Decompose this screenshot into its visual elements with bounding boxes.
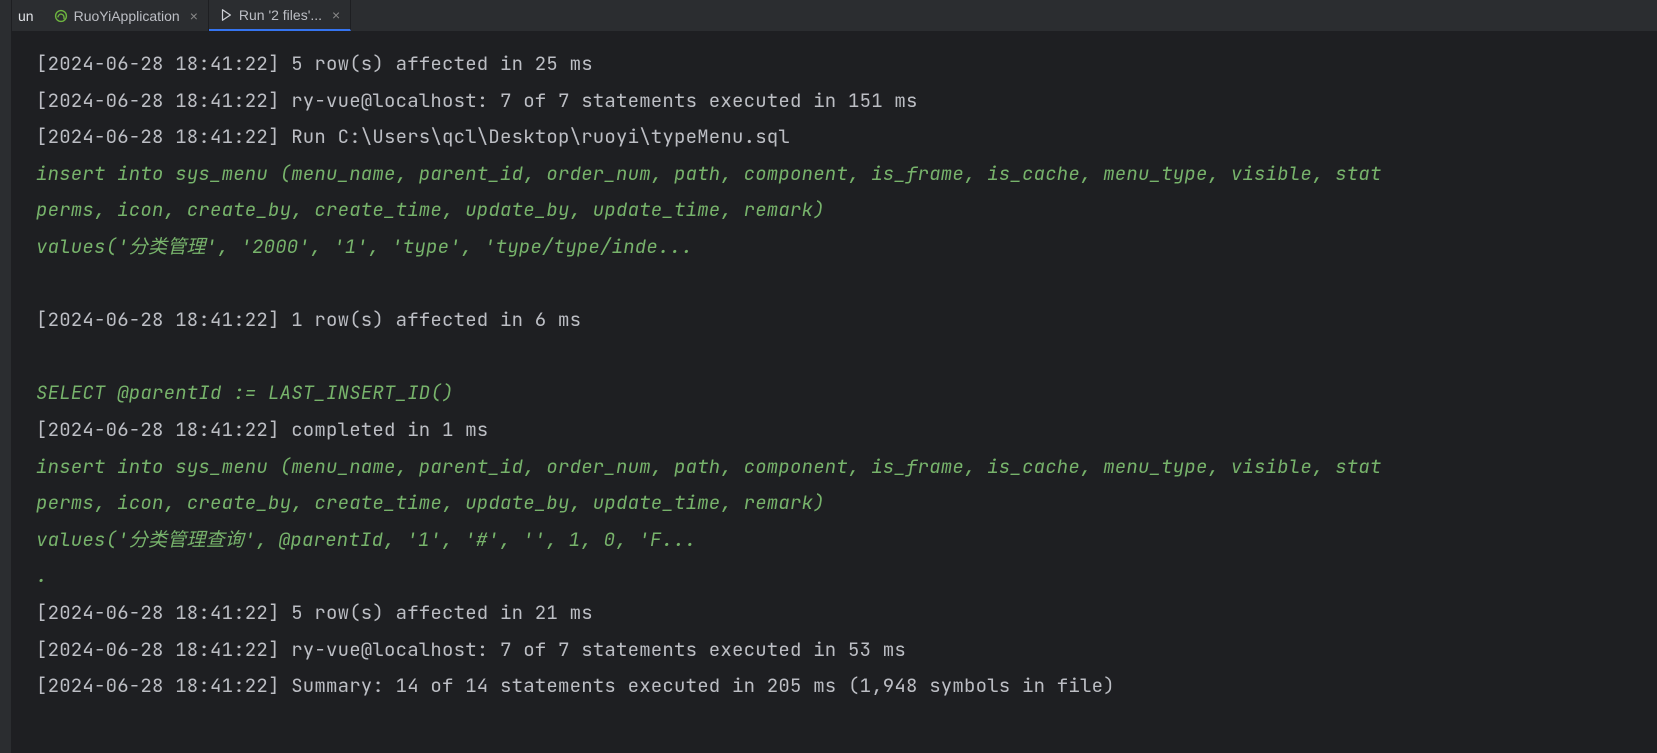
log-message: Summary: 14 of 14 statements executed in… <box>291 673 1115 698</box>
console-line: values('分类管理', '2000', '1', 'type', 'typ… <box>36 229 1657 266</box>
tab-label: Run '2 files'... <box>239 7 322 23</box>
tool-window-gutter[interactable] <box>0 0 12 753</box>
log-message: ry-vue@localhost: 7 of 7 statements exec… <box>291 88 917 113</box>
sql-statement: insert into sys_menu (menu_name, parent_… <box>36 454 1382 479</box>
tab-run-2-files[interactable]: Run '2 files'... × <box>209 0 351 31</box>
console-line: . <box>36 558 1657 595</box>
close-icon[interactable]: × <box>332 7 340 23</box>
console-line: [2024-06-28 18:41:22] ry-vue@localhost: … <box>36 83 1657 120</box>
timestamp: [2024-06-28 18:41:22] <box>36 417 291 442</box>
sql-continuation: . <box>36 563 48 588</box>
console-line: [2024-06-28 18:41:22] Summary: 14 of 14 … <box>36 668 1657 705</box>
log-message: completed in 1 ms <box>291 417 488 442</box>
log-message: 5 row(s) affected in 21 ms <box>291 600 593 625</box>
timestamp: [2024-06-28 18:41:22] <box>36 51 291 76</box>
tab-label: RuoYiApplication <box>74 8 180 24</box>
spring-icon <box>54 9 68 23</box>
console-line: SELECT @parentId := LAST_INSERT_ID() <box>36 375 1657 412</box>
sql-statement: SELECT @parentId := LAST_INSERT_ID() <box>36 380 454 405</box>
console-line: [2024-06-28 18:41:22] 5 row(s) affected … <box>36 595 1657 632</box>
console-output[interactable]: [2024-06-28 18:41:22] 5 row(s) affected … <box>12 32 1657 753</box>
timestamp: [2024-06-28 18:41:22] <box>36 600 291 625</box>
sql-statement: perms, icon, create_by, create_time, upd… <box>36 197 825 222</box>
sql-statement: values('分类管理', '2000', '1', 'type', 'typ… <box>36 234 693 259</box>
console-line <box>36 339 1657 376</box>
timestamp: [2024-06-28 18:41:22] <box>36 124 291 149</box>
console-line: perms, icon, create_by, create_time, upd… <box>36 485 1657 522</box>
editor-tabbar: un RuoYiApplication × Run '2 files'... × <box>12 0 1657 32</box>
console-line: [2024-06-28 18:41:22] 5 row(s) affected … <box>36 46 1657 83</box>
console-line: [2024-06-28 18:41:22] 1 row(s) affected … <box>36 302 1657 339</box>
sql-statement: insert into sys_menu (menu_name, parent_… <box>36 161 1382 186</box>
run-icon <box>219 8 233 22</box>
sql-statement: values('分类管理查询', @parentId, '1', '#', ''… <box>36 527 696 552</box>
console-line: values('分类管理查询', @parentId, '1', '#', ''… <box>36 522 1657 559</box>
sql-statement: perms, icon, create_by, create_time, upd… <box>36 490 825 515</box>
console-line: [2024-06-28 18:41:22] completed in 1 ms <box>36 412 1657 449</box>
timestamp: [2024-06-28 18:41:22] <box>36 88 291 113</box>
console-line <box>36 266 1657 303</box>
app-root: un RuoYiApplication × Run '2 files'... ×… <box>0 0 1657 753</box>
console-line: [2024-06-28 18:41:22] Run C:\Users\qcl\D… <box>36 119 1657 156</box>
main-area: un RuoYiApplication × Run '2 files'... ×… <box>12 0 1657 753</box>
console-line: [2024-06-28 18:41:22] ry-vue@localhost: … <box>36 632 1657 669</box>
timestamp: [2024-06-28 18:41:22] <box>36 307 291 332</box>
close-icon[interactable]: × <box>190 8 198 24</box>
timestamp: [2024-06-28 18:41:22] <box>36 673 291 698</box>
console-line: insert into sys_menu (menu_name, parent_… <box>36 156 1657 193</box>
tab-ruoyi-application[interactable]: RuoYiApplication × <box>44 0 209 31</box>
timestamp: [2024-06-28 18:41:22] <box>36 637 291 662</box>
log-message: Run C:\Users\qcl\Desktop\ruoyi\typeMenu.… <box>291 124 790 149</box>
console-line: insert into sys_menu (menu_name, parent_… <box>36 449 1657 486</box>
log-message: 5 row(s) affected in 25 ms <box>291 51 593 76</box>
tabbar-left-label: un <box>12 0 44 31</box>
log-message: ry-vue@localhost: 7 of 7 statements exec… <box>291 637 906 662</box>
console-line: perms, icon, create_by, create_time, upd… <box>36 192 1657 229</box>
log-message: 1 row(s) affected in 6 ms <box>291 307 581 332</box>
